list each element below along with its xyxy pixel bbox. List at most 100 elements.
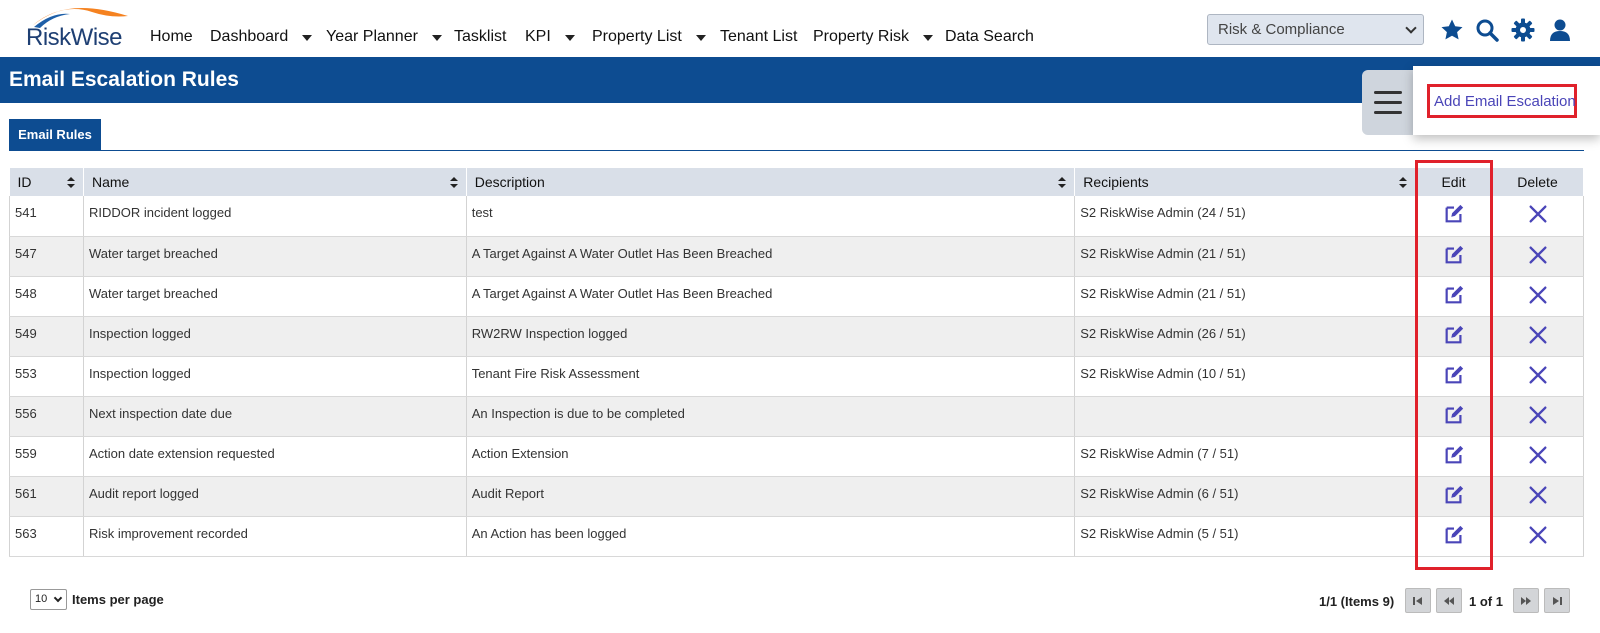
cell-description: Tenant Fire Risk Assessment bbox=[466, 356, 1076, 397]
gear-icon[interactable] bbox=[1511, 18, 1535, 42]
table-row[interactable]: 541 RIDDOR incident logged test S2 RiskWise… bbox=[9, 196, 1584, 237]
table-row[interactable]: 553 Inspection logged Tenant Fire Risk Ass… bbox=[9, 356, 1584, 397]
nav-label: Property Risk bbox=[813, 28, 910, 45]
cell-id: 541 bbox=[9, 196, 84, 237]
cell-delete bbox=[1491, 476, 1584, 517]
close-icon[interactable] bbox=[1527, 364, 1549, 386]
items-per-page-select[interactable]: 10 bbox=[30, 589, 67, 610]
cell-recipients: S2 RiskWise Admin (7 / 51) bbox=[1074, 436, 1417, 477]
menu-toggle-button[interactable] bbox=[1362, 70, 1414, 135]
close-icon[interactable] bbox=[1527, 244, 1549, 266]
cell-delete bbox=[1491, 396, 1584, 437]
cell-description: test bbox=[466, 196, 1076, 237]
column-header-name[interactable]: Name bbox=[83, 168, 467, 196]
nav-label: Home bbox=[150, 28, 193, 45]
close-icon[interactable] bbox=[1527, 444, 1549, 466]
edit-icon[interactable] bbox=[1443, 444, 1465, 466]
sort-icon[interactable] bbox=[449, 177, 458, 188]
cell-id: 556 bbox=[9, 396, 84, 437]
nav-label: Data Search bbox=[945, 28, 1034, 45]
riskwise-logo[interactable]: RiskWise bbox=[22, 6, 132, 52]
cell-name: Next inspection date due bbox=[83, 396, 467, 437]
items-per-page-label: Items per page bbox=[72, 592, 164, 607]
edit-icon[interactable] bbox=[1443, 203, 1465, 225]
next-page-icon bbox=[1521, 596, 1531, 605]
cell-delete bbox=[1491, 436, 1584, 477]
column-header-recipients[interactable]: Recipients bbox=[1074, 168, 1417, 196]
edit-icon[interactable] bbox=[1443, 244, 1465, 266]
cell-description: Action Extension bbox=[466, 436, 1076, 477]
nav-property-list[interactable]: Property List bbox=[592, 28, 706, 46]
cell-name: Risk improvement recorded bbox=[83, 516, 467, 557]
cell-id: 547 bbox=[9, 236, 84, 277]
table-row[interactable]: 548 Water target breached A Target Against… bbox=[9, 276, 1584, 317]
nav-home[interactable]: Home bbox=[150, 28, 193, 46]
column-header-label: ID bbox=[17, 174, 32, 190]
column-header-id[interactable]: ID bbox=[9, 168, 84, 196]
edit-icon[interactable] bbox=[1443, 284, 1465, 306]
close-icon[interactable] bbox=[1527, 524, 1549, 546]
last-page-button[interactable] bbox=[1544, 588, 1570, 613]
table-row[interactable]: 563 Risk improvement recorded An Action ha… bbox=[9, 516, 1584, 557]
tab-email-rules[interactable]: Email Rules bbox=[9, 119, 101, 151]
cell-delete bbox=[1491, 236, 1584, 277]
sort-icon[interactable] bbox=[66, 177, 75, 188]
table-row[interactable]: 559 Action date extension requested Action… bbox=[9, 436, 1584, 477]
close-icon[interactable] bbox=[1527, 484, 1549, 506]
edit-icon[interactable] bbox=[1443, 524, 1465, 546]
previous-page-button[interactable] bbox=[1436, 588, 1462, 613]
close-icon[interactable] bbox=[1527, 324, 1549, 346]
cell-edit bbox=[1415, 396, 1492, 437]
cell-recipients: S2 RiskWise Admin (21 / 51) bbox=[1074, 236, 1417, 277]
top-nav: RiskWise Home Dashboard Year Planner Tas… bbox=[0, 0, 1600, 56]
nav-dashboard[interactable]: Dashboard bbox=[210, 28, 313, 46]
edit-icon[interactable] bbox=[1443, 484, 1465, 506]
cell-name: RIDDOR incident logged bbox=[83, 196, 467, 237]
first-page-button[interactable] bbox=[1405, 588, 1431, 613]
table-row[interactable]: 556 Next inspection date due An Inspection… bbox=[9, 396, 1584, 437]
close-icon[interactable] bbox=[1527, 404, 1549, 426]
table-row[interactable]: 561 Audit report logged Audit Report S2 Ris… bbox=[9, 476, 1584, 517]
caret-down-icon bbox=[564, 35, 575, 41]
role-select[interactable]: Risk & Compliance bbox=[1207, 14, 1424, 45]
close-icon[interactable] bbox=[1527, 203, 1549, 225]
nav-tasklist[interactable]: Tasklist bbox=[454, 28, 506, 46]
edit-icon[interactable] bbox=[1443, 324, 1465, 346]
nav-label: Dashboard bbox=[210, 28, 289, 45]
sort-icon[interactable] bbox=[1399, 177, 1408, 188]
cell-recipients: S2 RiskWise Admin (10 / 51) bbox=[1074, 356, 1417, 397]
edit-icon[interactable] bbox=[1443, 404, 1465, 426]
cell-description: Audit Report bbox=[466, 476, 1076, 517]
sort-icon[interactable] bbox=[1058, 177, 1067, 188]
cell-description: A Target Against A Water Outlet Has Been… bbox=[466, 236, 1076, 277]
edit-icon[interactable] bbox=[1443, 364, 1465, 386]
column-header-description[interactable]: Description bbox=[466, 168, 1076, 196]
cell-delete bbox=[1491, 316, 1584, 357]
cell-id: 561 bbox=[9, 476, 84, 517]
nav-data-search[interactable]: Data Search bbox=[945, 28, 1034, 46]
next-page-button[interactable] bbox=[1513, 588, 1539, 613]
cell-description: An Action has been logged bbox=[466, 516, 1076, 557]
add-email-escalation-link[interactable]: Add Email Escalation bbox=[1427, 84, 1577, 118]
search-icon[interactable] bbox=[1475, 18, 1499, 42]
nav-year-planner[interactable]: Year Planner bbox=[326, 28, 442, 46]
table-row[interactable]: 549 Inspection logged RW2RW Inspection log… bbox=[9, 316, 1584, 357]
action-menu-panel: Add Email Escalation bbox=[1413, 66, 1600, 135]
cell-edit bbox=[1415, 196, 1492, 237]
cell-name: Audit report logged bbox=[83, 476, 467, 517]
hamburger-icon bbox=[1374, 111, 1402, 114]
cell-edit bbox=[1415, 236, 1492, 277]
close-icon[interactable] bbox=[1527, 284, 1549, 306]
cell-name: Inspection logged bbox=[83, 356, 467, 397]
nav-property-risk[interactable]: Property Risk bbox=[813, 28, 934, 46]
nav-label: Year Planner bbox=[326, 28, 418, 45]
cell-recipients: S2 RiskWise Admin (26 / 51) bbox=[1074, 316, 1417, 357]
user-icon[interactable] bbox=[1548, 18, 1572, 42]
per-page-value: 10 bbox=[35, 593, 48, 605]
table-row[interactable]: 547 Water target breached A Target Against… bbox=[9, 236, 1584, 277]
first-page-icon bbox=[1413, 596, 1422, 605]
caret-down-icon bbox=[695, 35, 706, 41]
nav-tenant-list[interactable]: Tenant List bbox=[720, 28, 797, 46]
nav-kpi[interactable]: KPI bbox=[525, 28, 575, 46]
star-icon[interactable] bbox=[1440, 18, 1464, 42]
